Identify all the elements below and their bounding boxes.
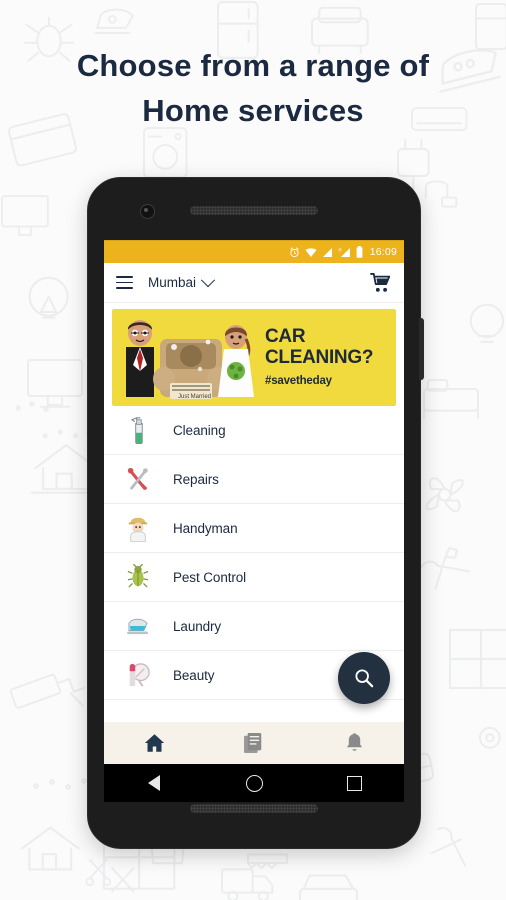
service-label: Handyman [173,520,238,536]
bell-icon [346,732,362,751]
promo-banner[interactable]: Just Married CAR CLEANING? #savetheday [112,309,396,406]
banner-title-line-1: CAR [265,326,306,347]
bottom-speaker [190,804,318,813]
headline-line-1: Choose from a range of [76,48,430,83]
bottom-nav-home[interactable] [104,733,204,753]
spray-bottle-icon [126,415,150,445]
bottom-nav-orders[interactable] [204,732,304,754]
hamburger-menu-icon[interactable] [116,276,133,289]
service-row-pest-control[interactable]: Pest Control [104,553,404,602]
alarm-icon [289,246,300,258]
city-selector[interactable]: Mumbai [148,272,216,290]
app-bar: Mumbai [104,263,404,303]
page-headline: Choose from a range of Home services [0,44,506,134]
android-home-button[interactable] [204,774,304,792]
signal-roaming-icon: R [338,247,351,258]
status-bar-clock: 16:09 [369,246,397,258]
service-label: Cleaning [173,422,226,438]
front-camera-icon [140,204,155,219]
phone-mockup: R 16:09 Mumbai Just Married CAR CLEANING… [87,177,424,849]
worker-icon [126,513,150,543]
service-row-handyman[interactable]: Handyman [104,504,404,553]
headline-line-2: Home services [142,92,364,128]
banner-hashtag: #savetheday [265,375,332,388]
service-label: Laundry [173,618,222,634]
shopping-cart-icon[interactable] [370,272,392,293]
bride-figure [218,325,254,397]
service-row-laundry[interactable]: Laundry [104,602,404,651]
svg-text:Just Married: Just Married [178,394,211,400]
bottom-nav-notifications[interactable] [304,732,404,754]
banner-illustration: Just Married [126,320,254,400]
android-recents-button[interactable] [304,775,404,791]
service-row-cleaning[interactable]: Cleaning [104,406,404,455]
lipstick-mirror-icon [126,660,150,690]
service-label: Beauty [173,667,215,683]
banner-text-block: CAR CLEANING? #savetheday [265,326,387,388]
phone-power-button[interactable] [419,318,424,380]
recents-square-icon [346,775,362,791]
signal-icon [322,247,333,258]
phone-screen: R 16:09 Mumbai Just Married CAR CLEANING… [104,240,404,764]
bottom-navigation [104,722,404,764]
android-navigation-bar [104,764,404,802]
phone-top-bezel [88,178,420,244]
iron-icon [126,611,150,641]
status-bar: R 16:09 [104,240,404,263]
orders-icon [244,732,262,753]
banner-title-line-2: CLEANING? [265,346,374,368]
service-label: Repairs [173,471,219,487]
groom-figure [126,320,154,397]
crossed-tools-icon [126,464,150,494]
battery-icon [356,246,363,258]
wifi-icon [305,247,317,258]
service-label: Pest Control [173,569,247,585]
home-icon [144,734,164,752]
home-circle-icon [245,774,263,792]
back-triangle-icon [148,775,160,791]
city-label: Mumbai [148,275,197,290]
chevron-down-icon [200,272,216,287]
bug-icon [126,562,150,592]
search-fab-button[interactable] [338,652,390,704]
service-row-repairs[interactable]: Repairs [104,455,404,504]
search-icon [355,669,374,688]
svg-text:R: R [338,247,342,252]
android-back-button[interactable] [104,775,204,791]
earpiece-speaker [190,206,318,215]
